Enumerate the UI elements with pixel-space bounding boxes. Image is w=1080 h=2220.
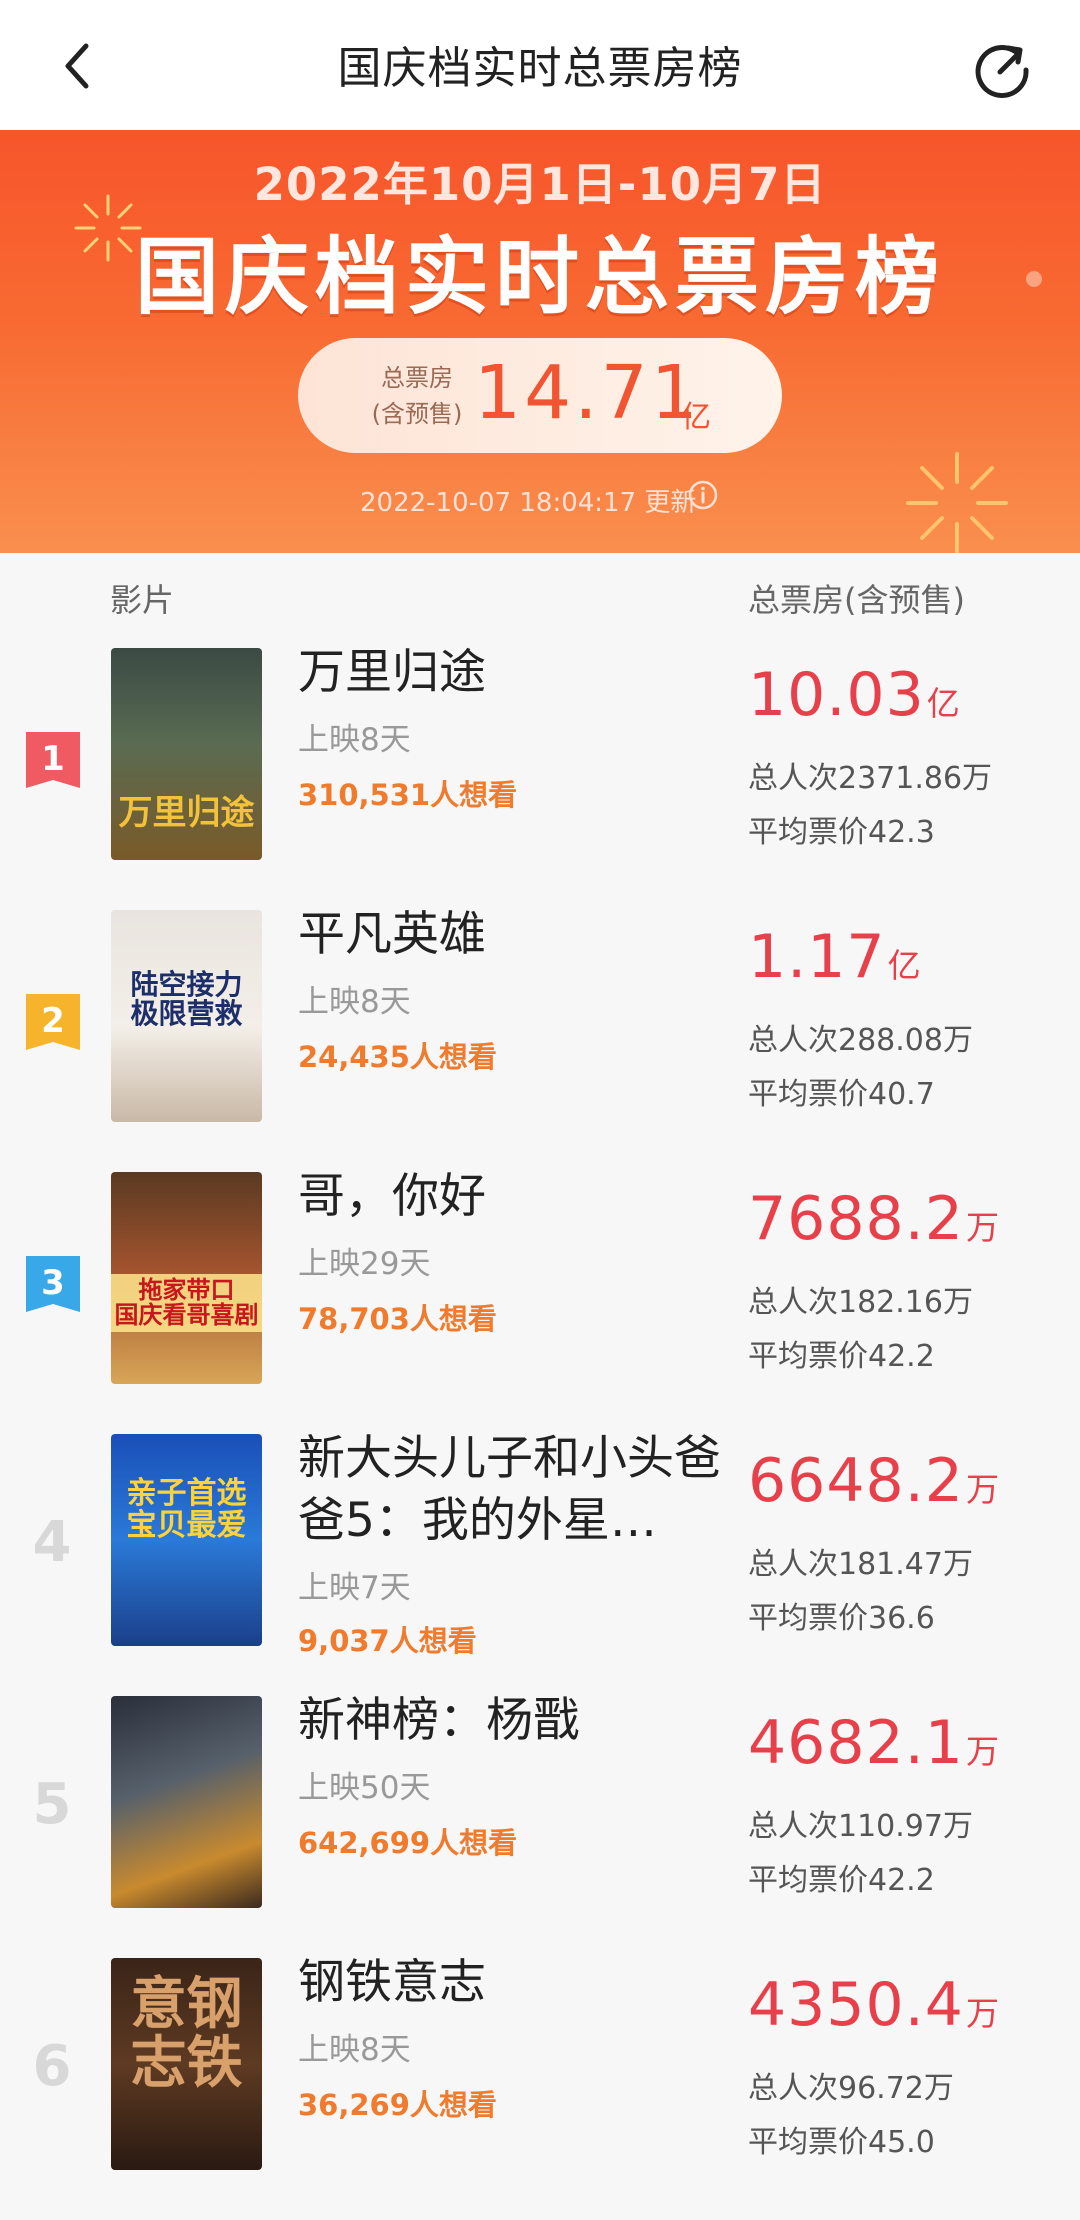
total-boxoffice-pill: 总票房 (含预售) 14.71 亿: [298, 338, 782, 453]
total-admissions: 总人次2371.86万: [748, 761, 993, 796]
rank-badge-1: 1: [26, 732, 80, 788]
total-value: 14.71: [474, 350, 701, 436]
svg-text:3: 3: [41, 1263, 65, 1303]
total-label-line1: 总票房: [381, 364, 453, 392]
boxoffice-number: 4350.4: [748, 1970, 964, 2040]
total-admissions: 总人次96.72万: [748, 2071, 954, 2106]
movie-poster[interactable]: 意钢 志铁: [111, 1958, 262, 2170]
boxoffice-unit: 亿: [887, 946, 922, 985]
total-unit: 亿: [681, 400, 711, 435]
movie-title[interactable]: 钢铁意志: [298, 1952, 728, 2014]
release-days: 上映29天: [298, 1246, 431, 1282]
rank-number: 4: [32, 1510, 72, 1575]
top-nav-bar: 国庆档实时总票房榜: [0, 0, 1080, 130]
want-to-see-count: 78,703人想看: [298, 1302, 497, 1336]
movie-title[interactable]: 万里归途: [298, 642, 728, 704]
average-ticket-price: 平均票价36.6: [748, 1601, 935, 1636]
svg-text:2: 2: [41, 1001, 65, 1041]
movie-row[interactable]: 6 意钢 志铁 钢铁意志 上映8天 36,269人想看 4350.4万 总人次9…: [0, 1955, 1080, 2220]
rank-badge-2: 2: [26, 994, 80, 1050]
rank-number: 6: [32, 2034, 72, 2099]
boxoffice-number: 1.17: [748, 922, 886, 992]
boxoffice-number: 4682.1: [748, 1708, 964, 1778]
refresh-button[interactable]: [972, 40, 1032, 100]
poster-title: 意钢 志铁: [130, 1972, 243, 2096]
average-ticket-price: 平均票价45.0: [748, 2125, 935, 2160]
total-label: 总票房 (含预售): [364, 360, 470, 432]
poster-title: 亲子首选 宝贝最爱: [126, 1476, 247, 1543]
banner-title: 国庆档实时总票房榜: [134, 228, 945, 326]
column-header-boxoffice: 总票房(含预售): [748, 581, 965, 619]
movie-title[interactable]: 哥，你好: [298, 1166, 728, 1228]
rank-badge-3: 3: [26, 1256, 80, 1312]
rank-number: 5: [32, 1772, 72, 1837]
want-to-see-count: 642,699人想看: [298, 1826, 518, 1860]
movie-poster[interactable]: 亲子首选 宝贝最爱: [111, 1434, 262, 1646]
boxoffice-banner: 2022年10月1日-10月7日 国庆档实时总票房榜 总票房 (含预售) 14.…: [0, 130, 1080, 553]
movie-row[interactable]: 3 拖家带口 国庆看哥喜剧 哥，你好 上映29天 78,703人想看 7688.…: [0, 1169, 1080, 1434]
average-ticket-price: 平均票价42.3: [748, 815, 935, 850]
boxoffice-number: 10.03: [748, 660, 925, 730]
average-ticket-price: 平均票价42.2: [748, 1863, 935, 1898]
release-days: 上映7天: [298, 1570, 411, 1606]
boxoffice-value: 10.03亿: [748, 660, 961, 730]
boxoffice-number: 7688.2: [748, 1184, 964, 1254]
movie-row[interactable]: 4 亲子首选 宝贝最爱 新大头儿子和小头爸爸5：我的外星… 上映7天 9,037…: [0, 1431, 1080, 1696]
boxoffice-value: 4350.4万: [748, 1970, 1000, 2040]
boxoffice-unit: 万: [965, 1732, 1000, 1771]
total-admissions: 总人次181.47万: [748, 1547, 973, 1582]
movie-poster[interactable]: 陆空接力 极限营救: [111, 910, 262, 1122]
poster-title: 拖家带口 国庆看哥喜剧: [111, 1274, 262, 1333]
release-days: 上映8天: [298, 2032, 411, 2068]
movie-row[interactable]: 2 陆空接力 极限营救 平凡英雄 上映8天 24,435人想看 1.17亿 总人…: [0, 907, 1080, 1172]
boxoffice-unit: 万: [965, 1994, 1000, 2033]
svg-text:1: 1: [41, 739, 65, 779]
column-header-film: 影片: [110, 581, 175, 619]
update-time: 2022-10-07 18:04:17 更新: [360, 488, 697, 518]
movie-poster[interactable]: 万里归途: [111, 648, 262, 860]
release-days: 上映8天: [298, 722, 411, 758]
total-admissions: 总人次182.16万: [748, 1285, 973, 1320]
boxoffice-value: 6648.2万: [748, 1446, 1000, 1516]
page-title: 国庆档实时总票房榜: [337, 43, 743, 94]
movie-title[interactable]: 新神榜：杨戬: [298, 1690, 728, 1752]
boxoffice-unit: 亿: [926, 684, 961, 723]
ranking-list: 影片 总票房(含预售) 1 万里归途 万里归途 上映8天 310,531人想看 …: [0, 553, 1080, 2172]
want-to-see-count: 9,037人想看: [298, 1624, 477, 1658]
boxoffice-unit: 万: [965, 1470, 1000, 1509]
want-to-see-count: 24,435人想看: [298, 1040, 497, 1074]
boxoffice-value: 7688.2万: [748, 1184, 1000, 1254]
movie-row[interactable]: 1 万里归途 万里归途 上映8天 310,531人想看 10.03亿 总人次23…: [0, 645, 1080, 910]
movie-poster[interactable]: [111, 1696, 262, 1908]
info-icon[interactable]: [688, 480, 718, 510]
movie-title[interactable]: 新大头儿子和小头爸爸5：我的外星…: [298, 1428, 728, 1552]
average-ticket-price: 平均票价42.2: [748, 1339, 935, 1374]
movie-row[interactable]: 5 新神榜：杨戬 上映50天 642,699人想看 4682.1万 总人次110…: [0, 1693, 1080, 1958]
firework-decoration-icon: [906, 452, 1008, 553]
total-label-line2: (含预售): [371, 400, 463, 428]
total-admissions: 总人次288.08万: [748, 1023, 973, 1058]
movie-title[interactable]: 平凡英雄: [298, 904, 728, 966]
boxoffice-unit: 万: [965, 1208, 1000, 1247]
boxoffice-value: 4682.1万: [748, 1708, 1000, 1778]
release-days: 上映8天: [298, 984, 411, 1020]
want-to-see-count: 310,531人想看: [298, 778, 518, 812]
average-ticket-price: 平均票价40.7: [748, 1077, 935, 1112]
date-range: 2022年10月1日-10月7日: [253, 158, 827, 211]
want-to-see-count: 36,269人想看: [298, 2088, 497, 2122]
refresh-icon: [975, 45, 1029, 98]
boxoffice-value: 1.17亿: [748, 922, 922, 992]
poster-title: 陆空接力 极限营救: [130, 968, 243, 1031]
boxoffice-number: 6648.2: [748, 1446, 964, 1516]
poster-title: 万里归途: [118, 793, 255, 833]
movie-poster[interactable]: 拖家带口 国庆看哥喜剧: [111, 1172, 262, 1384]
release-days: 上映50天: [298, 1770, 431, 1806]
total-admissions: 总人次110.97万: [748, 1809, 973, 1844]
